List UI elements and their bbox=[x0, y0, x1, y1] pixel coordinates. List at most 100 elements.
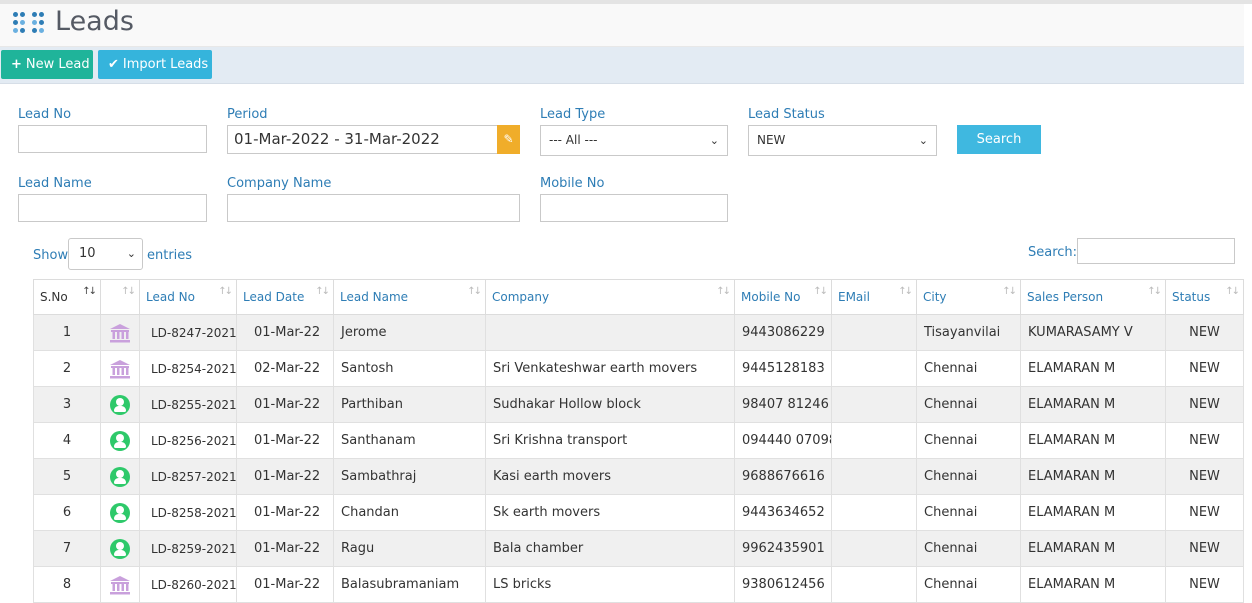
lead-no-link[interactable]: LD-8247-2021 bbox=[139, 314, 237, 351]
column-header-city[interactable]: City ↑↓ bbox=[916, 279, 1021, 315]
cell-email bbox=[831, 314, 917, 351]
sort-icon[interactable]: ↑↓ bbox=[716, 286, 731, 297]
lead-no-input[interactable] bbox=[18, 125, 207, 153]
sort-icon[interactable]: ↑↓ bbox=[1147, 286, 1162, 297]
lead-type-select[interactable]: --- All --- ⌄ bbox=[540, 125, 728, 156]
cell-type-icon bbox=[100, 350, 140, 387]
cell-sno: 4 bbox=[33, 422, 101, 459]
cell-mobile: 094440 07098 bbox=[734, 422, 832, 459]
column-header-mobile[interactable]: Mobile No ↑↓ bbox=[734, 279, 832, 315]
table-row[interactable]: 3 LD-8255-2021 01-Mar-22 Parthiban Sudhakar … bbox=[33, 386, 1244, 423]
plus-icon: + bbox=[11, 57, 22, 72]
cell-company: Kasi earth movers bbox=[485, 458, 735, 495]
table-search-label: Search: bbox=[1028, 245, 1078, 260]
lead-no-link[interactable]: LD-8254-2021 bbox=[139, 350, 237, 387]
cell-mobile: 9688676616 bbox=[734, 458, 832, 495]
column-header-status[interactable]: Status ↑↓ bbox=[1165, 279, 1244, 315]
search-button[interactable]: Search bbox=[957, 125, 1041, 154]
cell-lead-date: 01-Mar-22 bbox=[236, 386, 334, 423]
lead-no-label: Lead No bbox=[18, 107, 72, 122]
cell-city: Chennai bbox=[916, 530, 1021, 567]
table-search-input[interactable] bbox=[1077, 238, 1235, 264]
bank-icon bbox=[109, 323, 131, 342]
cell-sales-person: ELAMARAN M bbox=[1020, 494, 1166, 531]
bank-icon bbox=[109, 359, 131, 378]
cell-sales-person: KUMARASAMY V bbox=[1020, 314, 1166, 351]
lead-status-select[interactable]: NEW ⌄ bbox=[748, 125, 937, 156]
cell-lead-date: 01-Mar-22 bbox=[236, 566, 334, 603]
chevron-down-icon: ⌄ bbox=[709, 134, 719, 147]
eraser-icon[interactable]: ✎ bbox=[497, 125, 520, 154]
lead-no-link[interactable]: LD-8259-2021 bbox=[139, 530, 237, 567]
mobile-no-input[interactable] bbox=[540, 194, 728, 222]
apps-grid-icon[interactable] bbox=[13, 12, 49, 34]
import-leads-button[interactable]: ✔ Import Leads bbox=[98, 50, 212, 79]
sort-asc-icon[interactable]: ↑↓ bbox=[82, 286, 97, 297]
company-name-label: Company Name bbox=[227, 176, 332, 191]
table-row[interactable]: 5 LD-8257-2021 01-Mar-22 Sambathraj Kasi ear… bbox=[33, 458, 1244, 495]
cell-lead-name: Chandan bbox=[333, 494, 486, 531]
cell-sales-person: ELAMARAN M bbox=[1020, 530, 1166, 567]
cell-email bbox=[831, 422, 917, 459]
sort-icon[interactable]: ↑↓ bbox=[315, 286, 330, 297]
new-lead-button[interactable]: + New Lead bbox=[1, 50, 93, 79]
cell-city: Chennai bbox=[916, 350, 1021, 387]
sort-icon[interactable]: ↑↓ bbox=[1002, 286, 1017, 297]
table-row[interactable]: 2 LD-8254-2021 02-Mar-22 Santosh Sri Venkate… bbox=[33, 350, 1244, 387]
lead-status-label: Lead Status bbox=[748, 107, 825, 122]
sort-icon[interactable]: ↑↓ bbox=[218, 286, 233, 297]
cell-sno: 8 bbox=[33, 566, 101, 603]
table-row[interactable]: 8 LD-8260-2021 01-Mar-22 Balasubramaniam LS … bbox=[33, 566, 1244, 603]
sort-icon[interactable]: ↑↓ bbox=[1225, 286, 1240, 297]
cell-type-icon bbox=[100, 422, 140, 459]
cell-status: NEW bbox=[1165, 458, 1244, 495]
lead-no-link[interactable]: LD-8255-2021 bbox=[139, 386, 237, 423]
cell-mobile: 9443086229 bbox=[734, 314, 832, 351]
cell-company: Bala chamber bbox=[485, 530, 735, 567]
sort-icon[interactable]: ↑↓ bbox=[467, 286, 482, 297]
user-icon bbox=[110, 466, 130, 487]
cell-lead-name: Santosh bbox=[333, 350, 486, 387]
cell-lead-name: Ragu bbox=[333, 530, 486, 567]
bank-icon bbox=[109, 575, 131, 594]
column-header-email[interactable]: EMail ↑↓ bbox=[831, 279, 917, 315]
table-row[interactable]: 7 LD-8259-2021 01-Mar-22 Ragu Bala chamber 99… bbox=[33, 530, 1244, 567]
cell-company: LS bricks bbox=[485, 566, 735, 603]
column-header-sno[interactable]: S.No ↑↓ bbox=[33, 279, 101, 315]
lead-name-input[interactable] bbox=[18, 194, 207, 222]
lead-no-link[interactable]: LD-8256-2021 bbox=[139, 422, 237, 459]
column-header-type[interactable]: ↑↓ bbox=[100, 279, 140, 315]
column-header-lead-name[interactable]: Lead Name ↑↓ bbox=[333, 279, 486, 315]
table-header-row: S.No ↑↓ ↑↓ Lead No ↑↓ Lead Date ↑↓ Lead Nam… bbox=[33, 279, 1244, 315]
chevron-down-icon: ⌄ bbox=[918, 134, 928, 147]
show-label: Show bbox=[33, 248, 69, 263]
column-header-lead-date[interactable]: Lead Date ↑↓ bbox=[236, 279, 334, 315]
cell-sno: 5 bbox=[33, 458, 101, 495]
cell-sno: 1 bbox=[33, 314, 101, 351]
leads-table: S.No ↑↓ ↑↓ Lead No ↑↓ Lead Date ↑↓ Lead Nam… bbox=[33, 279, 1244, 603]
cell-type-icon bbox=[100, 530, 140, 567]
cell-status: NEW bbox=[1165, 386, 1244, 423]
column-header-company[interactable]: Company ↑↓ bbox=[485, 279, 735, 315]
entries-select[interactable]: 10 ⌄ bbox=[68, 238, 143, 270]
cell-status: NEW bbox=[1165, 566, 1244, 603]
table-row[interactable]: 1 LD-8247-2021 01-Mar-22 Jerome 9443086229 Ti… bbox=[33, 314, 1244, 351]
column-header-lead-no[interactable]: Lead No ↑↓ bbox=[139, 279, 237, 315]
cell-status: NEW bbox=[1165, 350, 1244, 387]
lead-no-link[interactable]: LD-8257-2021 bbox=[139, 458, 237, 495]
sort-icon[interactable]: ↑↓ bbox=[121, 286, 136, 297]
lead-no-link[interactable]: LD-8258-2021 bbox=[139, 494, 237, 531]
period-input[interactable]: 01-Mar-2022 - 31-Mar-2022 bbox=[227, 125, 497, 154]
action-toolbar: + New Lead ✔ Import Leads bbox=[0, 47, 1244, 84]
company-name-input[interactable] bbox=[227, 194, 520, 222]
table-row[interactable]: 6 LD-8258-2021 01-Mar-22 Chandan Sk earth mo… bbox=[33, 494, 1244, 531]
cell-city: Chennai bbox=[916, 458, 1021, 495]
cell-lead-date: 01-Mar-22 bbox=[236, 494, 334, 531]
sort-icon[interactable]: ↑↓ bbox=[898, 286, 913, 297]
period-label: Period bbox=[227, 107, 268, 122]
lead-no-link[interactable]: LD-8260-2021 bbox=[139, 566, 237, 603]
column-header-sales-person[interactable]: Sales Person ↑↓ bbox=[1020, 279, 1166, 315]
table-row[interactable]: 4 LD-8256-2021 01-Mar-22 Santhanam Sri Krish… bbox=[33, 422, 1244, 459]
cell-mobile: 9443634652 bbox=[734, 494, 832, 531]
sort-icon[interactable]: ↑↓ bbox=[813, 286, 828, 297]
